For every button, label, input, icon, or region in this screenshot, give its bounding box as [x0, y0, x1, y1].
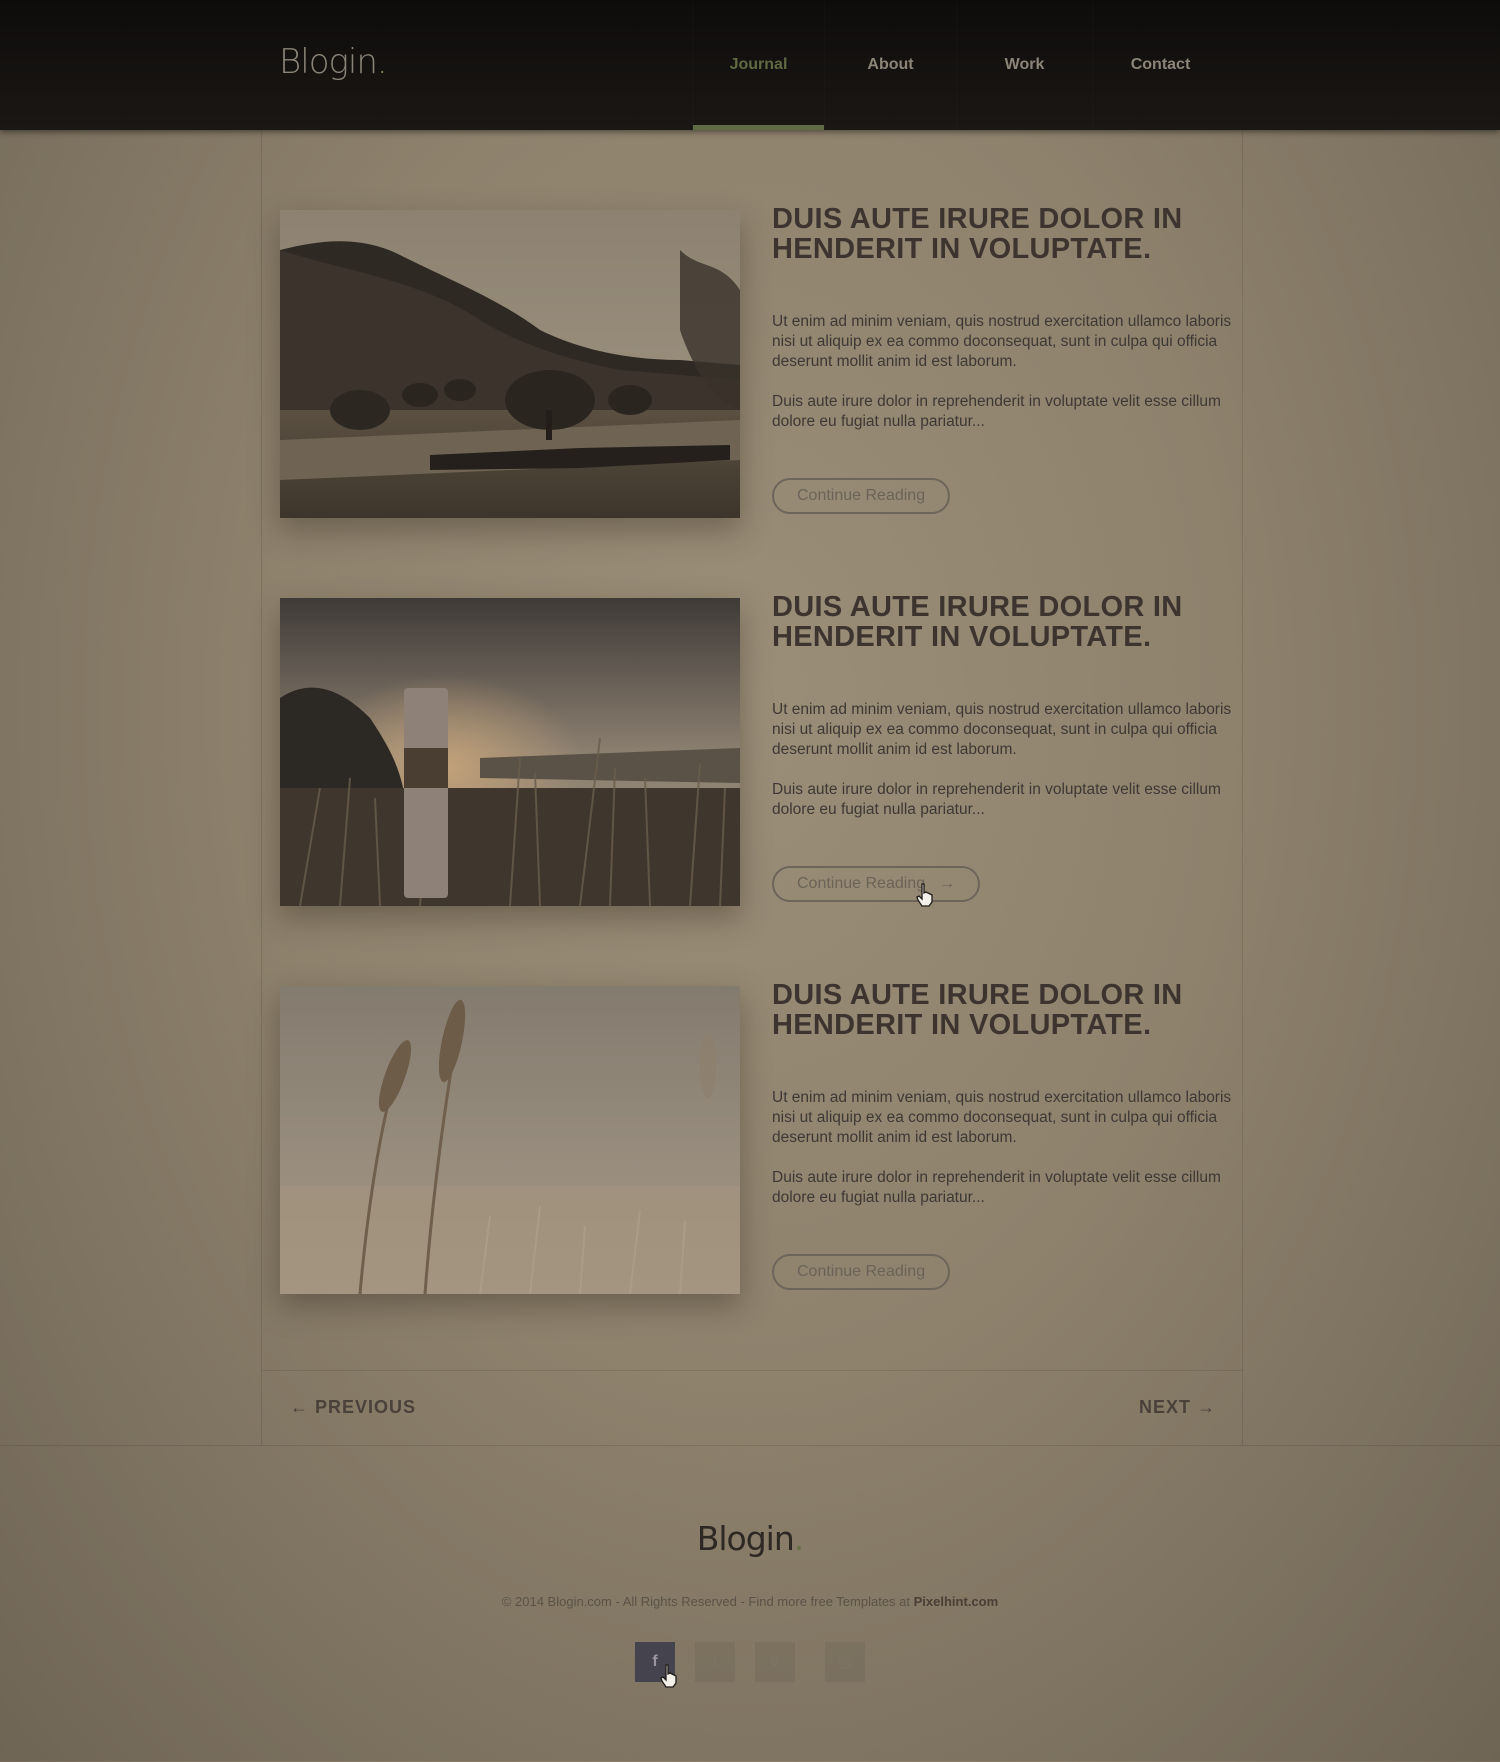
footer-logo[interactable]: Blogin. — [0, 1519, 1500, 1558]
post-title[interactable]: DUIS AUTE IRURE DOLOR IN HENDERIT IN VOL… — [772, 592, 1232, 652]
site-logo[interactable]: Blogin. — [279, 42, 388, 82]
site-header: Blogin. Journal About Work Contact — [0, 0, 1500, 130]
hand-cursor-icon — [660, 1664, 677, 1688]
previous-page-link[interactable]: ← PREVIOUS — [290, 1397, 416, 1418]
footer-logo-text: Blogin — [696, 1519, 795, 1558]
blog-post: DUIS AUTE IRURE DOLOR IN HENDERIT IN VOL… — [280, 592, 1231, 908]
footer-logo-dot: . — [793, 1519, 804, 1558]
button-label: Continue Reading — [797, 1263, 926, 1280]
post-excerpt: Ut enim ad minim veniam, quis nostrud ex… — [772, 313, 1232, 370]
nav-item-work[interactable]: Work — [956, 0, 1092, 130]
post-excerpt: Ut enim ad minim veniam, quis nostrud ex… — [772, 701, 1232, 758]
post-title[interactable]: DUIS AUTE IRURE DOLOR IN HENDERIT IN VOL… — [772, 980, 1232, 1040]
button-label: Continue Reading — [797, 875, 926, 892]
main-nav: Journal About Work Contact — [692, 0, 1228, 130]
content-column: DUIS AUTE IRURE DOLOR IN HENDERIT IN VOL… — [261, 130, 1243, 1445]
nav-item-journal[interactable]: Journal — [692, 0, 824, 130]
nav-item-contact[interactable]: Contact — [1092, 0, 1228, 130]
nav-item-about[interactable]: About — [824, 0, 956, 130]
post-excerpt-continued: Duis aute irure dolor in reprehenderit i… — [772, 393, 1221, 430]
logo-text: Blogin — [279, 42, 378, 82]
continue-reading-button[interactable]: Continue Reading → — [772, 866, 981, 902]
copyright-text: © 2014 Blogin.com - All Rights Reserved … — [0, 1594, 1500, 1609]
copyright-line: © 2014 Blogin.com - All Rights Reserved … — [501, 1594, 914, 1609]
continue-reading-button[interactable]: Continue Reading — [772, 478, 951, 514]
continue-reading-button[interactable]: Continue Reading — [772, 1254, 951, 1290]
post-image-wheat-field[interactable] — [280, 986, 740, 1294]
twitter-icon[interactable]: t — [695, 1642, 735, 1682]
dribbble-icon[interactable]: ◎ — [825, 1642, 865, 1682]
post-excerpt: Ut enim ad minim veniam, quis nostrud ex… — [772, 1089, 1232, 1146]
vimeo-icon[interactable]: v — [755, 1642, 795, 1682]
next-page-link[interactable]: NEXT → — [1139, 1397, 1216, 1418]
hand-cursor-icon — [916, 883, 933, 907]
post-excerpt-continued: Duis aute irure dolor in reprehenderit i… — [772, 781, 1221, 818]
post-image-grass-post[interactable] — [280, 598, 740, 906]
blog-post: DUIS AUTE IRURE DOLOR IN HENDERIT IN VOL… — [280, 204, 1231, 520]
pixelhint-link[interactable]: Pixelhint.com — [914, 1594, 999, 1609]
post-title[interactable]: DUIS AUTE IRURE DOLOR IN HENDERIT IN VOL… — [772, 204, 1232, 264]
post-excerpt-continued: Duis aute irure dolor in reprehenderit i… — [772, 1169, 1221, 1206]
button-label: Continue Reading — [797, 487, 926, 504]
pagination: ← PREVIOUS NEXT → — [262, 1370, 1242, 1446]
arrow-right-icon: → — [939, 875, 956, 892]
blog-post: DUIS AUTE IRURE DOLOR IN HENDERIT IN VOL… — [280, 980, 1231, 1296]
site-footer: Blogin. © 2014 Blogin.com - All Rights R… — [0, 1445, 1500, 1762]
logo-dot: . — [376, 42, 388, 82]
post-image-mountain-landscape[interactable] — [280, 210, 740, 518]
